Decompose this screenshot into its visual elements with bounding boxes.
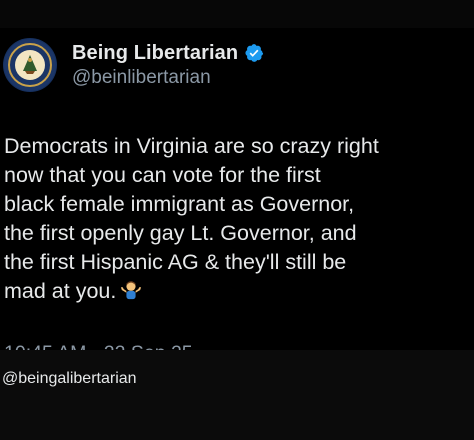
author-display-name[interactable]: Being Libertarian — [72, 42, 238, 65]
tweet-text: Democrats in Virginia are so crazy right… — [4, 132, 470, 306]
tweet-text-line: mad at you. — [4, 279, 117, 303]
tweet-text-line: the first openly gay Lt. Governor, and — [4, 221, 357, 245]
footer-handle: @beingalibertarian — [2, 370, 137, 387]
top-bar — [0, 0, 474, 28]
screenshot-page: Being Libertarian @beinlibertarian Democ… — [0, 0, 474, 440]
tweet-text-last-line: mad at you. — [4, 277, 470, 306]
tweet-text-line: the first Hispanic AG & they'll still be — [4, 250, 347, 274]
tweet-card[interactable]: Being Libertarian @beinlibertarian Democ… — [0, 28, 474, 364]
watermark-footer: @beingalibertarian — [0, 350, 474, 440]
tweet-text-line: now that you can vote for the first — [4, 163, 321, 187]
seal-logo-icon — [4, 39, 56, 91]
verified-badge-icon — [245, 44, 264, 62]
author-name-row: Being Libertarian — [72, 40, 264, 66]
tweet-text-line: black female immigrant as Governor, — [4, 192, 355, 216]
author-handle[interactable]: @beinlibertarian — [72, 67, 211, 89]
author-avatar[interactable] — [3, 38, 57, 92]
tweet-text-line: Democrats in Virginia are so crazy right — [4, 134, 379, 158]
person-shrugging-emoji-icon — [121, 281, 142, 300]
